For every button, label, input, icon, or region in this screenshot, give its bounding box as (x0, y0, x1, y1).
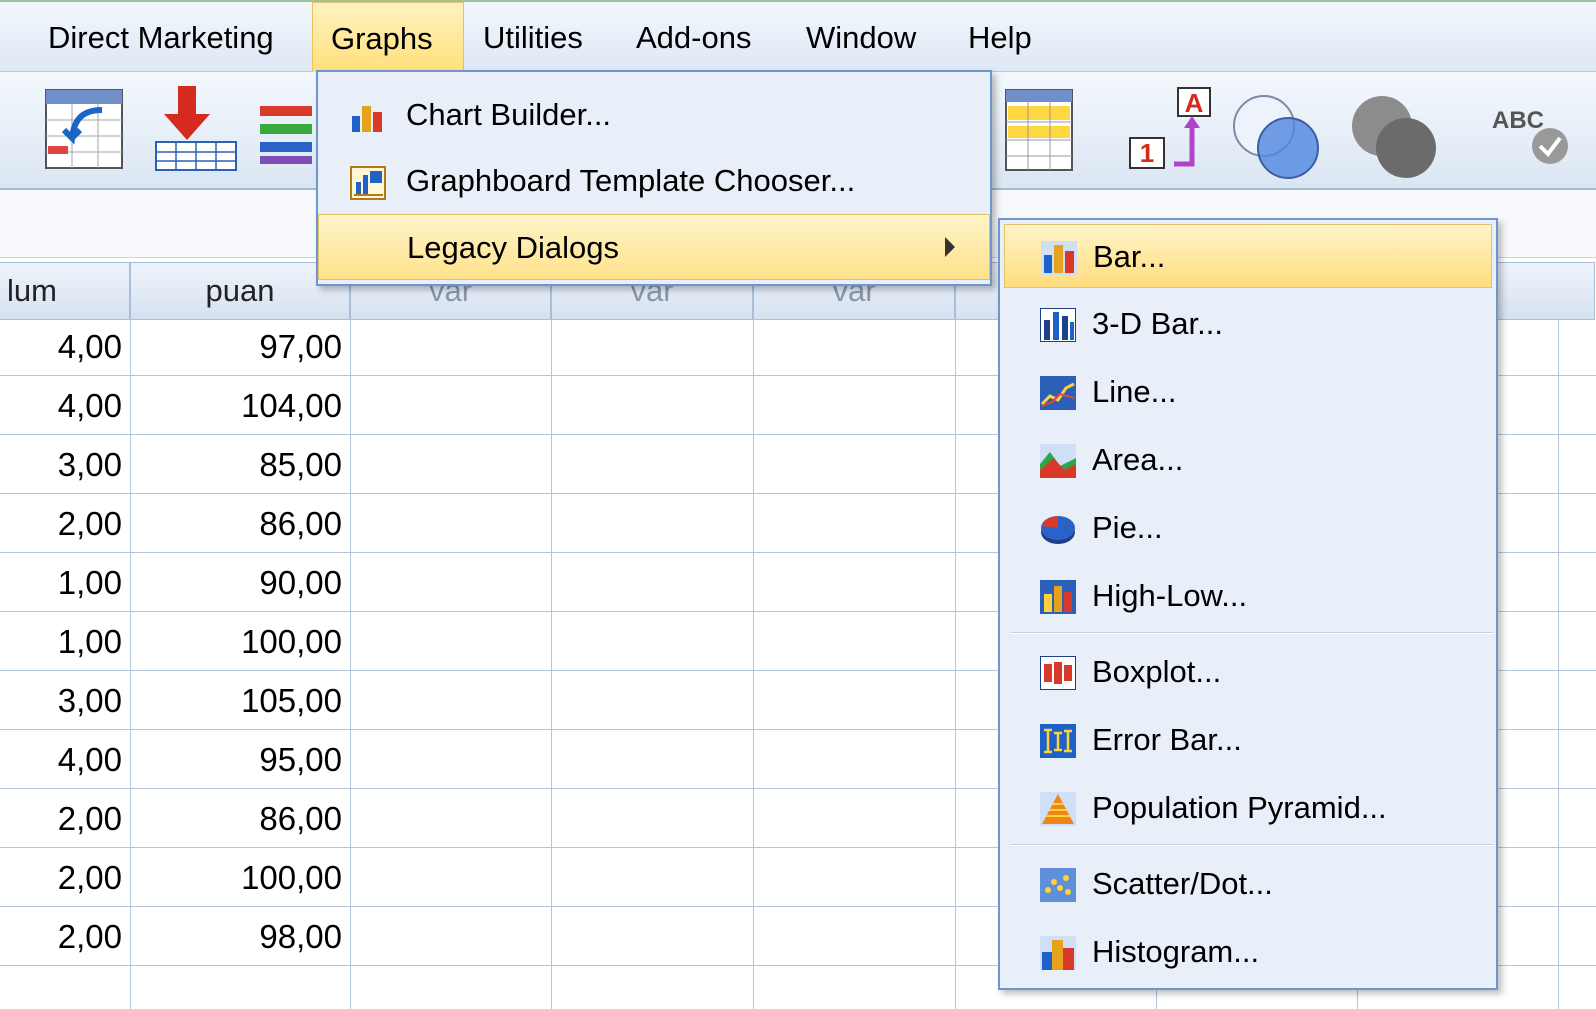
3d-bar-icon (1040, 308, 1076, 342)
submenu-item-label: Area... (1092, 442, 1184, 477)
spell-check-text: ABC (1492, 107, 1544, 134)
submenu-item-population-pyramid[interactable]: Population Pyramid... (1004, 776, 1492, 840)
area-chart-icon (1040, 444, 1076, 478)
submenu-item-high-low[interactable]: High-Low... (1004, 564, 1492, 628)
cell-lum[interactable]: 4,00 (0, 376, 130, 435)
scatter-dot-icon (1040, 868, 1076, 902)
menu-item-label: Chart Builder... (406, 97, 612, 132)
cell-lum[interactable]: 2,00 (0, 494, 130, 553)
spell-check-icon[interactable]: ABC (1488, 100, 1596, 170)
cell-puan[interactable]: 97,00 (130, 317, 350, 376)
cell-lum[interactable]: 2,00 (0, 907, 130, 966)
cell-puan[interactable]: 105,00 (130, 671, 350, 730)
submenu-item-label: 3-D Bar... (1092, 306, 1223, 341)
cell-lum[interactable]: 4,00 (0, 730, 130, 789)
cell-puan[interactable]: 100,00 (130, 848, 350, 907)
cell-lum[interactable]: 2,00 (0, 848, 130, 907)
submenu-item-boxplot[interactable]: Boxplot... (1004, 640, 1492, 704)
cell-puan[interactable]: 90,00 (130, 553, 350, 612)
menu-add-ons[interactable]: Add-ons (618, 2, 769, 74)
menu-graphs[interactable]: Graphs (312, 2, 464, 74)
submenu-item-line[interactable]: Line... (1004, 360, 1492, 424)
menu-label: Help (968, 20, 1032, 55)
submenu-item-bar[interactable]: Bar... (1004, 224, 1492, 288)
cell-puan[interactable]: 86,00 (130, 789, 350, 848)
menu-item-label: Legacy Dialogs (407, 230, 619, 265)
pie-chart-icon (1041, 516, 1075, 544)
submenu-item-label: Population Pyramid... (1092, 790, 1387, 825)
menu-item-legacy-dialogs[interactable]: Legacy Dialogs (318, 214, 990, 280)
import-data-icon[interactable] (154, 84, 240, 174)
high-low-icon (1040, 580, 1076, 614)
cell-puan[interactable]: 95,00 (130, 730, 350, 789)
submenu-item-label: Pie... (1092, 510, 1163, 545)
submenu-arrow-icon (945, 237, 955, 257)
cell-lum[interactable]: 3,00 (0, 671, 130, 730)
submenu-item-area[interactable]: Area... (1004, 428, 1492, 492)
submenu-item-label: Error Bar... (1092, 722, 1242, 757)
submenu-item-3d-bar[interactable]: 3-D Bar... (1004, 292, 1492, 356)
boxplot-icon (1040, 656, 1076, 690)
line-chart-icon (1040, 376, 1076, 410)
menu-label: Utilities (483, 20, 583, 55)
histogram-icon (1040, 936, 1076, 970)
graphs-menu: Chart Builder... Graphboard Template Cho… (316, 70, 992, 286)
menu-help[interactable]: Help (950, 2, 1050, 74)
recall-dialog-icon[interactable] (44, 88, 126, 172)
submenu-item-label: Histogram... (1092, 934, 1260, 969)
value-labels-icon[interactable]: A 1 (1126, 84, 1216, 180)
cell-lum[interactable]: 1,00 (0, 553, 130, 612)
submenu-item-pie[interactable]: Pie... (1004, 496, 1492, 560)
value-label-letter: A (1185, 88, 1204, 118)
cell-puan[interactable]: 85,00 (130, 435, 350, 494)
menu-label: Direct Marketing (48, 20, 274, 55)
submenu-item-error-bar[interactable]: Error Bar... (1004, 708, 1492, 772)
error-bar-icon (1040, 724, 1076, 758)
show-all-variables-icon[interactable] (1344, 86, 1444, 186)
submenu-item-label: Scatter/Dot... (1092, 866, 1273, 901)
cell-lum[interactable]: 2,00 (0, 789, 130, 848)
menu-window[interactable]: Window (788, 2, 934, 74)
menu-separator (1010, 632, 1494, 634)
submenu-item-label: Bar... (1093, 239, 1166, 274)
menu-separator (1010, 844, 1494, 846)
bar-chart-icon (1041, 241, 1077, 275)
submenu-item-label: Line... (1092, 374, 1177, 409)
select-cases-icon[interactable] (1004, 88, 1074, 172)
submenu-item-label: High-Low... (1092, 578, 1248, 613)
menu-label: Graphs (331, 21, 433, 56)
cell-lum[interactable]: 3,00 (0, 435, 130, 494)
submenu-item-scatter-dot[interactable]: Scatter/Dot... (1004, 852, 1492, 916)
column-header-lum[interactable]: lum (0, 262, 130, 320)
menubar: Direct Marketing Graphs Utilities Add-on… (0, 0, 1596, 74)
chart-builder-icon (352, 106, 382, 132)
cell-puan[interactable]: 104,00 (130, 376, 350, 435)
value-label-number: 1 (1140, 138, 1154, 168)
cell-lum[interactable]: 4,00 (0, 317, 130, 376)
cell-puan[interactable]: 100,00 (130, 612, 350, 671)
submenu-item-histogram[interactable]: Histogram... (1004, 920, 1492, 984)
population-pyramid-icon (1040, 792, 1076, 826)
graphboard-icon (350, 166, 386, 200)
cell-lum[interactable]: 1,00 (0, 612, 130, 671)
menu-label: Window (806, 20, 917, 55)
variables-list-icon[interactable] (258, 102, 314, 168)
cell-puan[interactable]: 86,00 (130, 494, 350, 553)
menu-item-chart-builder[interactable]: Chart Builder... (318, 82, 990, 148)
menu-item-label: Graphboard Template Chooser... (406, 163, 856, 198)
menu-label: Add-ons (636, 20, 752, 55)
menu-direct-marketing[interactable]: Direct Marketing (30, 2, 292, 74)
legacy-dialogs-submenu: Bar... 3-D Bar... Line... Area... Pie...… (998, 218, 1498, 990)
menu-item-graphboard-template-chooser[interactable]: Graphboard Template Chooser... (318, 148, 990, 214)
menu-utilities[interactable]: Utilities (465, 2, 601, 74)
cell-puan[interactable]: 98,00 (130, 907, 350, 966)
use-sets-icon[interactable] (1228, 86, 1324, 182)
submenu-item-label: Boxplot... (1092, 654, 1222, 689)
